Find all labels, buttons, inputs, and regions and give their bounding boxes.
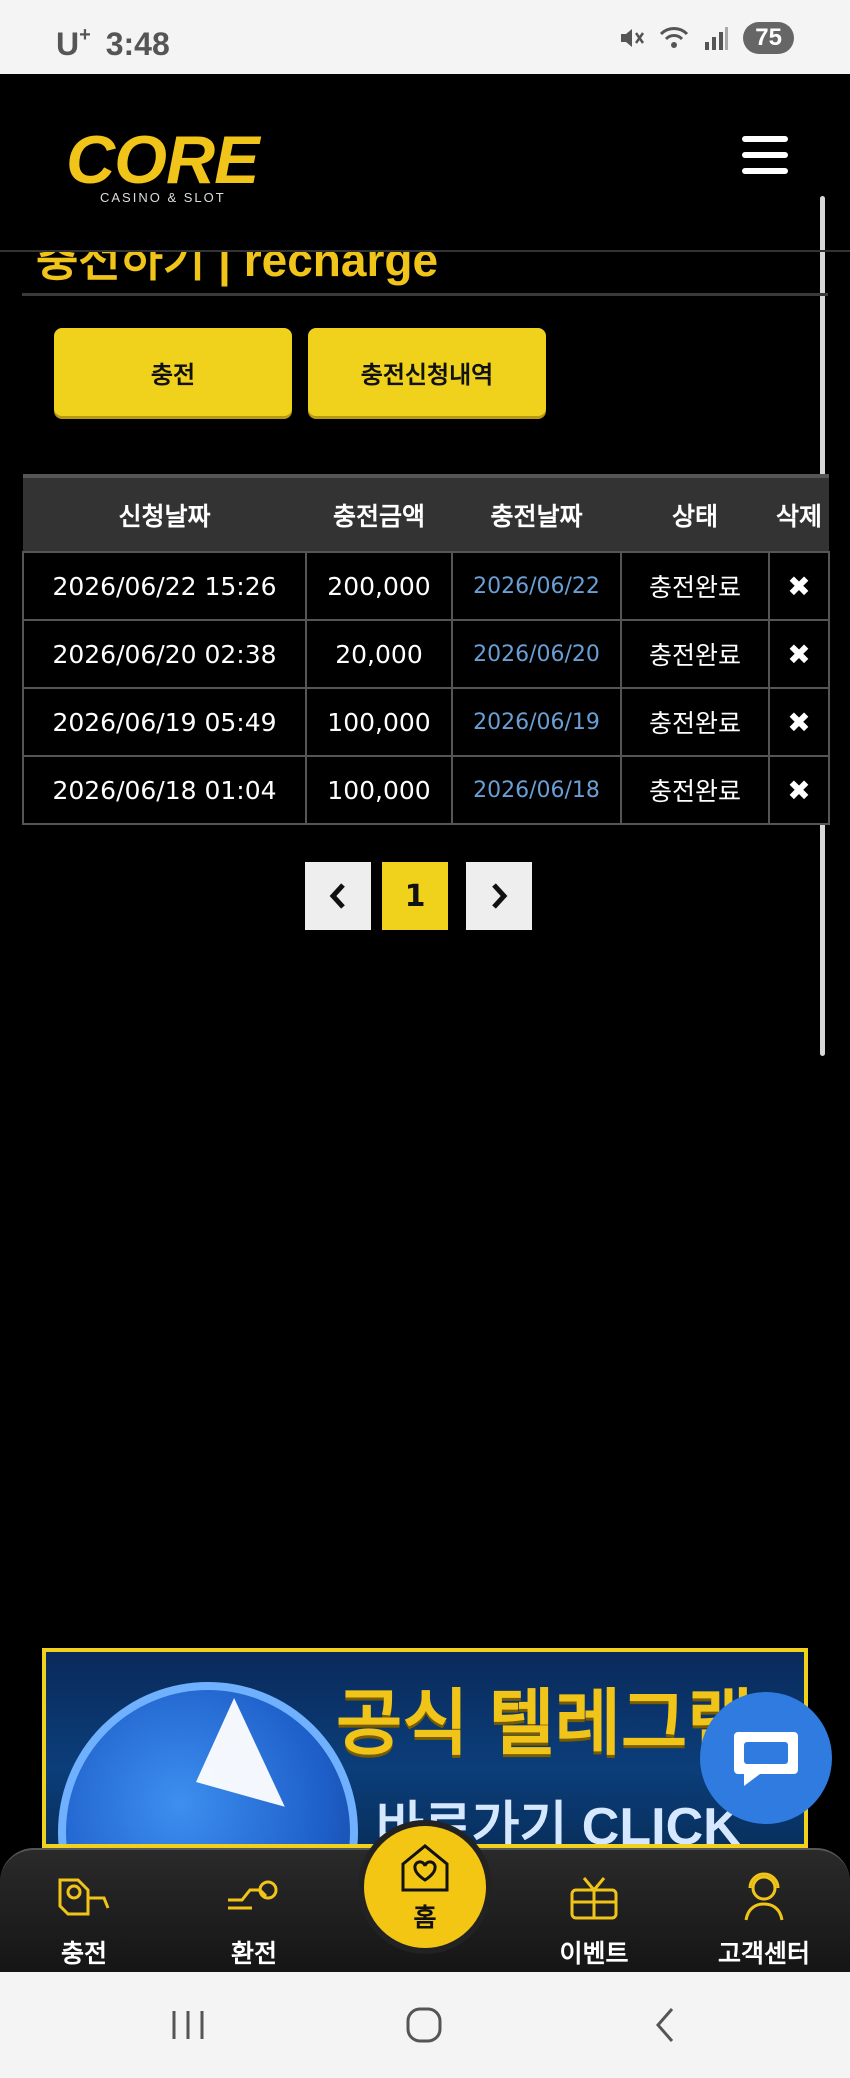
cell-requested: 2026/06/19 05:49	[22, 687, 307, 757]
charge-history-button[interactable]: 충전신청내역	[308, 328, 546, 416]
nav-home-button[interactable]: 홈	[358, 1820, 492, 1954]
chevron-left-icon	[329, 883, 345, 909]
delete-icon[interactable]: ✖	[768, 687, 830, 757]
cell-charge-date: 2026/06/19	[451, 687, 622, 757]
nav-event[interactable]: 이벤트	[534, 1870, 654, 1970]
menu-bar	[742, 152, 788, 158]
gift-icon	[570, 1877, 618, 1920]
header-charge-date: 충전날짜	[452, 474, 621, 552]
nav-charge[interactable]: 충전	[24, 1870, 144, 1970]
cell-amount: 20,000	[305, 619, 453, 689]
back-system-button[interactable]	[636, 2000, 696, 2050]
cell-status: 충전완료	[620, 687, 770, 757]
system-nav-bar	[0, 1972, 850, 2078]
home-system-button[interactable]	[394, 2000, 454, 2050]
nav-event-label: 이벤트	[559, 1939, 629, 1968]
table-row: 2026/06/18 01:04 100,000 2026/06/18 충전완료…	[22, 755, 830, 825]
wifi-icon	[660, 27, 689, 48]
cell-status: 충전완료	[620, 619, 770, 689]
cell-amount: 100,000	[305, 687, 453, 757]
logo-subtitle: CASINO & SLOT	[100, 190, 226, 205]
battery-badge: 75	[743, 22, 794, 54]
menu-bar	[742, 136, 788, 142]
support-agent-icon	[744, 1872, 784, 1921]
cell-amount: 100,000	[305, 755, 453, 825]
carrier-plus: +	[79, 24, 91, 46]
recent-apps-button[interactable]	[158, 2000, 218, 2050]
cell-requested: 2026/06/18 01:04	[22, 755, 307, 825]
nav-exchange-label: 환전	[230, 1939, 277, 1968]
cell-charge-date: 2026/06/18	[451, 755, 622, 825]
telegram-banner[interactable]: 공식 텔레그램 바로가기 CLICK	[42, 1648, 808, 1848]
delete-icon[interactable]: ✖	[768, 551, 830, 621]
nav-support[interactable]: 고객센터	[704, 1870, 824, 1970]
header-delete: 삭제	[769, 474, 829, 552]
table-row: 2026/06/22 15:26 200,000 2026/06/22 충전완료…	[22, 551, 830, 621]
charge-history-table: 신청날짜 충전금액 충전날짜 상태 삭제 2026/06/22 15:26 20…	[22, 474, 830, 825]
cell-charge-date: 2026/06/20	[451, 619, 622, 689]
menu-bar	[742, 168, 788, 174]
status-carrier: U+ 3:48	[56, 24, 170, 63]
page-number-button[interactable]: 1	[382, 862, 448, 930]
prev-page-button[interactable]	[305, 862, 371, 930]
table-row: 2026/06/19 05:49 100,000 2026/06/19 충전완료…	[22, 687, 830, 757]
site-header: CORE CASINO & SLOT	[0, 74, 850, 250]
cell-requested: 2026/06/20 02:38	[22, 619, 307, 689]
charge-button[interactable]: 충전	[54, 328, 292, 416]
delete-icon[interactable]: ✖	[768, 619, 830, 689]
cell-requested: 2026/06/22 15:26	[22, 551, 307, 621]
carrier-name: U	[56, 26, 80, 62]
nav-home-label: 홈	[413, 1903, 437, 1932]
logo-word: CORE	[66, 122, 259, 198]
chat-bubble-icon	[734, 1732, 798, 1786]
page-title-strip: 충전하기 | recharge	[0, 250, 850, 296]
exchange-hand-icon	[228, 1880, 278, 1910]
chat-button[interactable]	[700, 1692, 832, 1824]
table-header-row: 신청날짜 충전금액 충전날짜 상태 삭제	[23, 474, 829, 552]
nav-support-label: 고객센터	[717, 1939, 810, 1968]
back-chevron-icon	[656, 2008, 674, 2042]
status-bar: U+ 3:48 75	[0, 0, 850, 74]
table-row: 2026/06/20 02:38 20,000 2026/06/20 충전완료 …	[22, 619, 830, 689]
site-logo[interactable]: CORE CASINO & SLOT	[66, 126, 266, 206]
mute-icon	[621, 29, 645, 47]
header-status: 상태	[621, 474, 769, 552]
header-amount: 충전금액	[306, 474, 452, 552]
home-circle-icon	[406, 2007, 442, 2043]
cell-status: 충전완료	[620, 755, 770, 825]
recent-apps-icon	[172, 2011, 204, 2039]
nav-exchange[interactable]: 환전	[194, 1870, 314, 1970]
banner-title: 공식 텔레그램	[336, 1684, 754, 1764]
header-requested-date: 신청날짜	[23, 474, 306, 552]
next-page-button[interactable]	[466, 862, 532, 930]
home-heart-icon	[401, 1844, 449, 1892]
status-time: 3:48	[105, 26, 170, 62]
charge-hand-icon	[58, 1878, 110, 1916]
status-icons: 75	[617, 22, 794, 54]
title-divider	[22, 293, 828, 296]
cell-amount: 200,000	[305, 551, 453, 621]
chevron-right-icon	[492, 883, 508, 909]
cell-status: 충전완료	[620, 551, 770, 621]
delete-icon[interactable]: ✖	[768, 755, 830, 825]
cell-charge-date: 2026/06/22	[451, 551, 622, 621]
nav-charge-label: 충전	[60, 1939, 107, 1968]
menu-icon[interactable]	[742, 136, 788, 174]
signal-icon	[705, 27, 729, 50]
page-title: 충전하기 | recharge	[36, 250, 439, 286]
